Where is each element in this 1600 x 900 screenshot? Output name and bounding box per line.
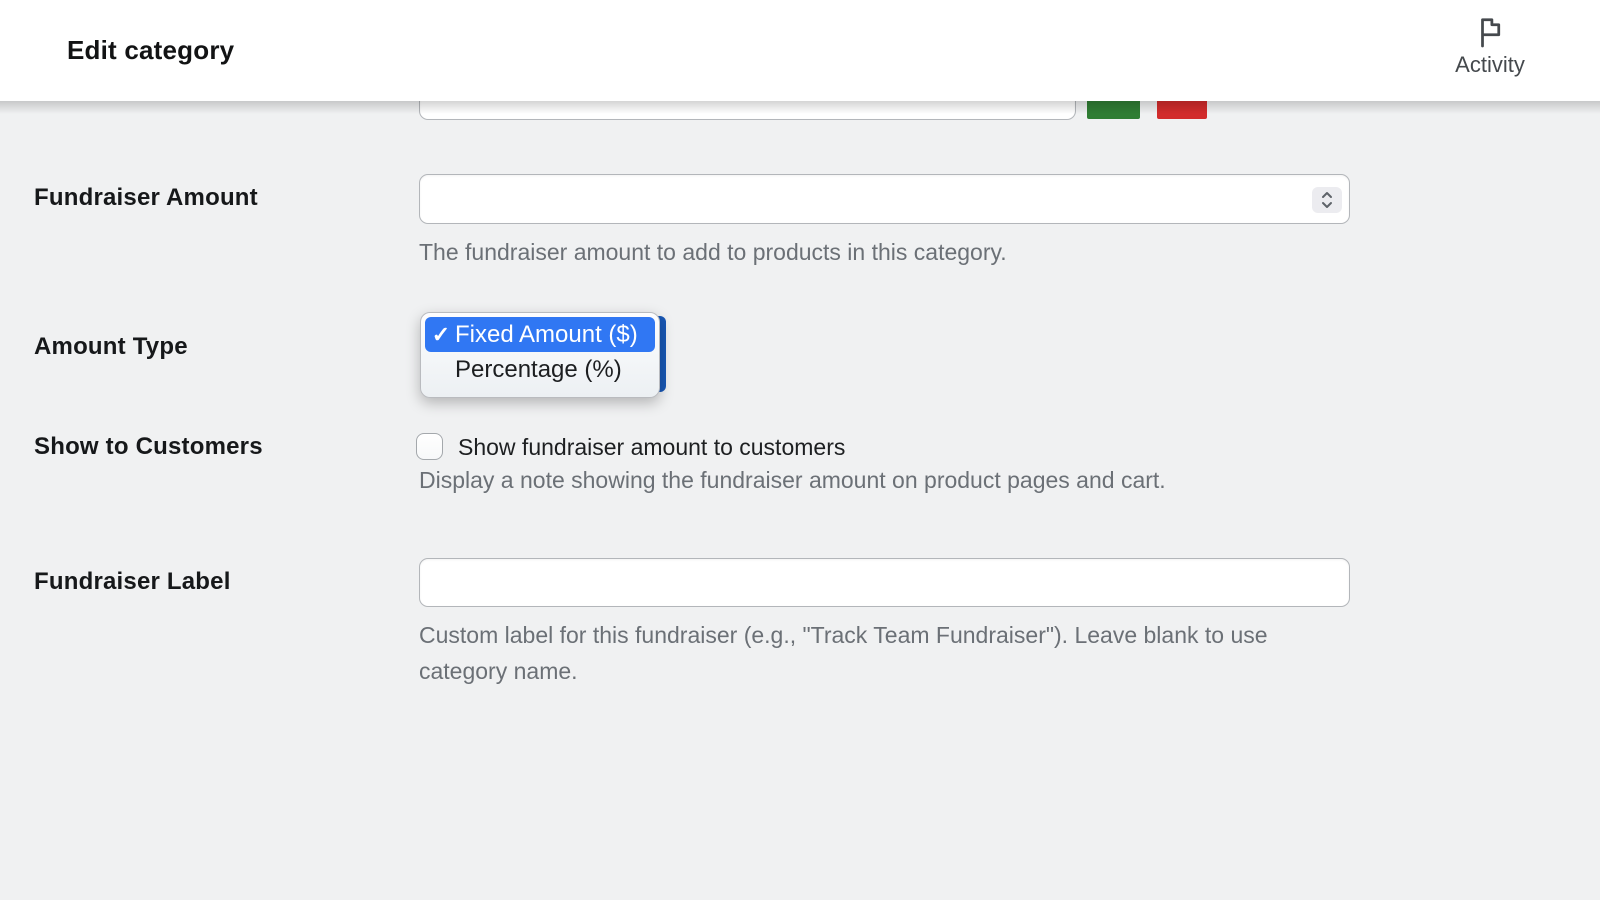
fundraiser-label-help: Custom label for this fundraiser (e.g., … xyxy=(419,617,1354,689)
show-fundraiser-checkbox-label[interactable]: Show fundraiser amount to customers xyxy=(458,433,845,461)
amount-type-label: Amount Type xyxy=(34,333,188,361)
header-bar: Edit category Activity xyxy=(0,0,1600,101)
activity-label: Activity xyxy=(1455,52,1525,78)
fundraiser-label-label: Fundraiser Label xyxy=(34,568,231,596)
flag-icon xyxy=(1475,14,1505,48)
dropdown-option-label: Fixed Amount ($) xyxy=(455,321,638,349)
dropdown-option-percentage[interactable]: ✓ Percentage (%) xyxy=(425,352,655,387)
fundraiser-label-input[interactable] xyxy=(419,558,1350,607)
show-fundraiser-checkbox[interactable] xyxy=(416,433,443,460)
show-to-customers-help: Display a note showing the fundraiser am… xyxy=(419,462,1166,498)
number-stepper[interactable] xyxy=(1312,187,1342,213)
fundraiser-amount-label: Fundraiser Amount xyxy=(34,184,258,212)
amount-type-dropdown: ✓ Fixed Amount ($) ✓ Percentage (%) xyxy=(420,312,660,398)
fundraiser-amount-help: The fundraiser amount to add to products… xyxy=(419,234,1007,270)
stepper-chevrons-icon xyxy=(1319,189,1335,211)
page-title: Edit category xyxy=(67,0,234,101)
edit-category-page: Edit category Activity Fundraiser Amount… xyxy=(0,0,1600,900)
dropdown-option-fixed-amount[interactable]: ✓ Fixed Amount ($) xyxy=(425,317,655,352)
show-to-customers-label: Show to Customers xyxy=(34,433,263,461)
check-icon: ✓ xyxy=(429,322,453,348)
fundraiser-amount-input[interactable] xyxy=(419,174,1350,224)
activity-button[interactable]: Activity xyxy=(1420,14,1560,90)
dropdown-option-label: Percentage (%) xyxy=(455,356,622,384)
